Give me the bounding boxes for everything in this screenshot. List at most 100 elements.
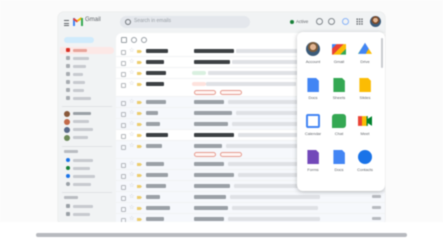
row-checkbox[interactable] [121,144,126,150]
important-marker-icon[interactable] [137,61,142,64]
sidebar-item-label [73,65,86,68]
compose-button[interactable] [64,37,94,43]
important-marker-icon[interactable] [137,72,142,75]
settings-icon[interactable] [328,18,335,25]
gmail-icon [332,44,346,55]
sidebar-item-space[interactable] [64,135,114,142]
email-snippet [230,195,320,199]
table-row[interactable]: ☆ [116,203,385,214]
important-marker-icon[interactable] [137,218,142,221]
row-checkbox[interactable] [121,195,126,201]
star-icon[interactable]: ☆ [129,110,134,116]
sidebar-item-snoozed[interactable] [64,63,114,70]
row-checkbox[interactable] [121,100,126,106]
sidebar-item-label-row[interactable] [64,211,114,218]
row-checkbox[interactable] [121,184,126,190]
star-icon[interactable]: ☆ [129,99,134,105]
row-checkbox[interactable] [121,173,126,179]
row-checkbox[interactable] [121,162,126,168]
important-marker-icon[interactable] [137,50,142,53]
apps-panel-scrollbar[interactable] [381,38,383,68]
sidebar-item-more[interactable] [64,87,114,94]
star-icon[interactable]: ☆ [129,132,134,138]
important-marker-icon[interactable] [137,163,142,166]
app-launcher-docs[interactable]: Docs [301,74,325,108]
star-icon[interactable]: ☆ [129,205,134,211]
important-marker-icon[interactable] [137,134,142,137]
star-icon[interactable]: ☆ [129,194,134,200]
more-icon[interactable] [141,37,147,43]
star-icon[interactable]: ☆ [129,161,134,167]
important-marker-icon[interactable] [137,196,142,199]
table-row[interactable]: ☆ [116,214,385,222]
label-chip[interactable] [192,71,206,75]
important-marker-icon[interactable] [137,145,142,148]
menu-icon[interactable] [64,20,69,26]
star-icon[interactable]: ☆ [129,81,134,87]
apps-grid-icon[interactable] [356,18,363,25]
important-marker-icon[interactable] [137,185,142,188]
star-icon[interactable]: ☆ [129,59,134,65]
help-icon[interactable] [316,18,323,25]
row-checkbox[interactable] [121,82,126,88]
star-icon[interactable]: ☆ [129,183,134,189]
star-icon[interactable]: ☆ [129,143,134,149]
app-launcher-meet[interactable]: Meet [353,110,377,144]
important-marker-icon[interactable] [137,112,142,115]
table-row[interactable]: ☆ [116,192,385,203]
app-launcher-forms[interactable]: Forms [301,146,325,180]
gmail-logo[interactable] [72,17,83,26]
app-launcher-calendar[interactable]: Calendar [301,110,325,144]
star-icon[interactable]: ☆ [129,48,134,54]
attachment-chip[interactable] [194,152,216,157]
row-checkbox[interactable] [121,111,126,117]
sender-name [146,173,168,177]
sidebar-item-spam[interactable] [64,95,114,102]
sidebar-item-label-row[interactable] [64,157,114,164]
sidebar-item-label-row[interactable] [64,165,114,172]
attachment-chip[interactable] [220,152,242,157]
sidebar-item-label-row[interactable] [64,173,114,180]
app-launcher-contacts[interactable]: Contacts [353,146,377,180]
important-marker-icon[interactable] [137,123,142,126]
label-chip[interactable] [192,82,206,86]
row-checkbox[interactable] [121,122,126,128]
important-marker-icon[interactable] [137,101,142,104]
app-launcher-sheets[interactable]: Sheets [327,74,351,108]
search-input[interactable]: Search in emails [120,16,250,28]
search-icon[interactable] [125,19,131,25]
star-icon[interactable]: ☆ [129,70,134,76]
sidebar-item-label-row[interactable] [64,181,114,188]
attachment-chip[interactable] [194,90,216,95]
gemini-icon[interactable] [342,18,349,25]
star-icon[interactable]: ☆ [129,172,134,178]
important-marker-icon[interactable] [137,83,142,86]
row-checkbox[interactable] [121,49,126,55]
sidebar-item-space[interactable] [64,127,114,134]
sidebar-item-label-row[interactable] [64,203,114,210]
sidebar-item-sent[interactable] [64,71,114,78]
app-launcher-chat[interactable]: Chat [327,110,351,144]
refresh-icon[interactable] [131,37,137,43]
row-checkbox[interactable] [121,60,126,66]
row-checkbox[interactable] [121,71,126,77]
app-launcher-drive[interactable]: Drive [353,38,377,72]
important-marker-icon[interactable] [137,174,142,177]
app-launcher-account[interactable]: Account [301,38,325,72]
sidebar-item-drafts[interactable] [64,79,114,86]
app-launcher-slides[interactable]: Slides [353,74,377,108]
status-chip[interactable]: Active [290,18,310,26]
avatar[interactable] [370,16,381,27]
important-marker-icon[interactable] [137,207,142,210]
sidebar-item-space[interactable] [64,119,114,126]
sidebar-item-inbox[interactable] [60,47,114,54]
row-checkbox[interactable] [121,133,126,139]
app-launcher-docs[interactable]: Docs [327,146,351,180]
row-checkbox[interactable] [121,206,126,212]
select-all-checkbox[interactable] [121,37,127,43]
app-launcher-gmail[interactable]: Gmail [327,38,351,72]
attachment-chip[interactable] [220,90,242,95]
sidebar-item-space[interactable] [64,111,114,118]
star-icon[interactable]: ☆ [129,121,134,127]
sidebar-item-starred[interactable] [64,55,114,62]
